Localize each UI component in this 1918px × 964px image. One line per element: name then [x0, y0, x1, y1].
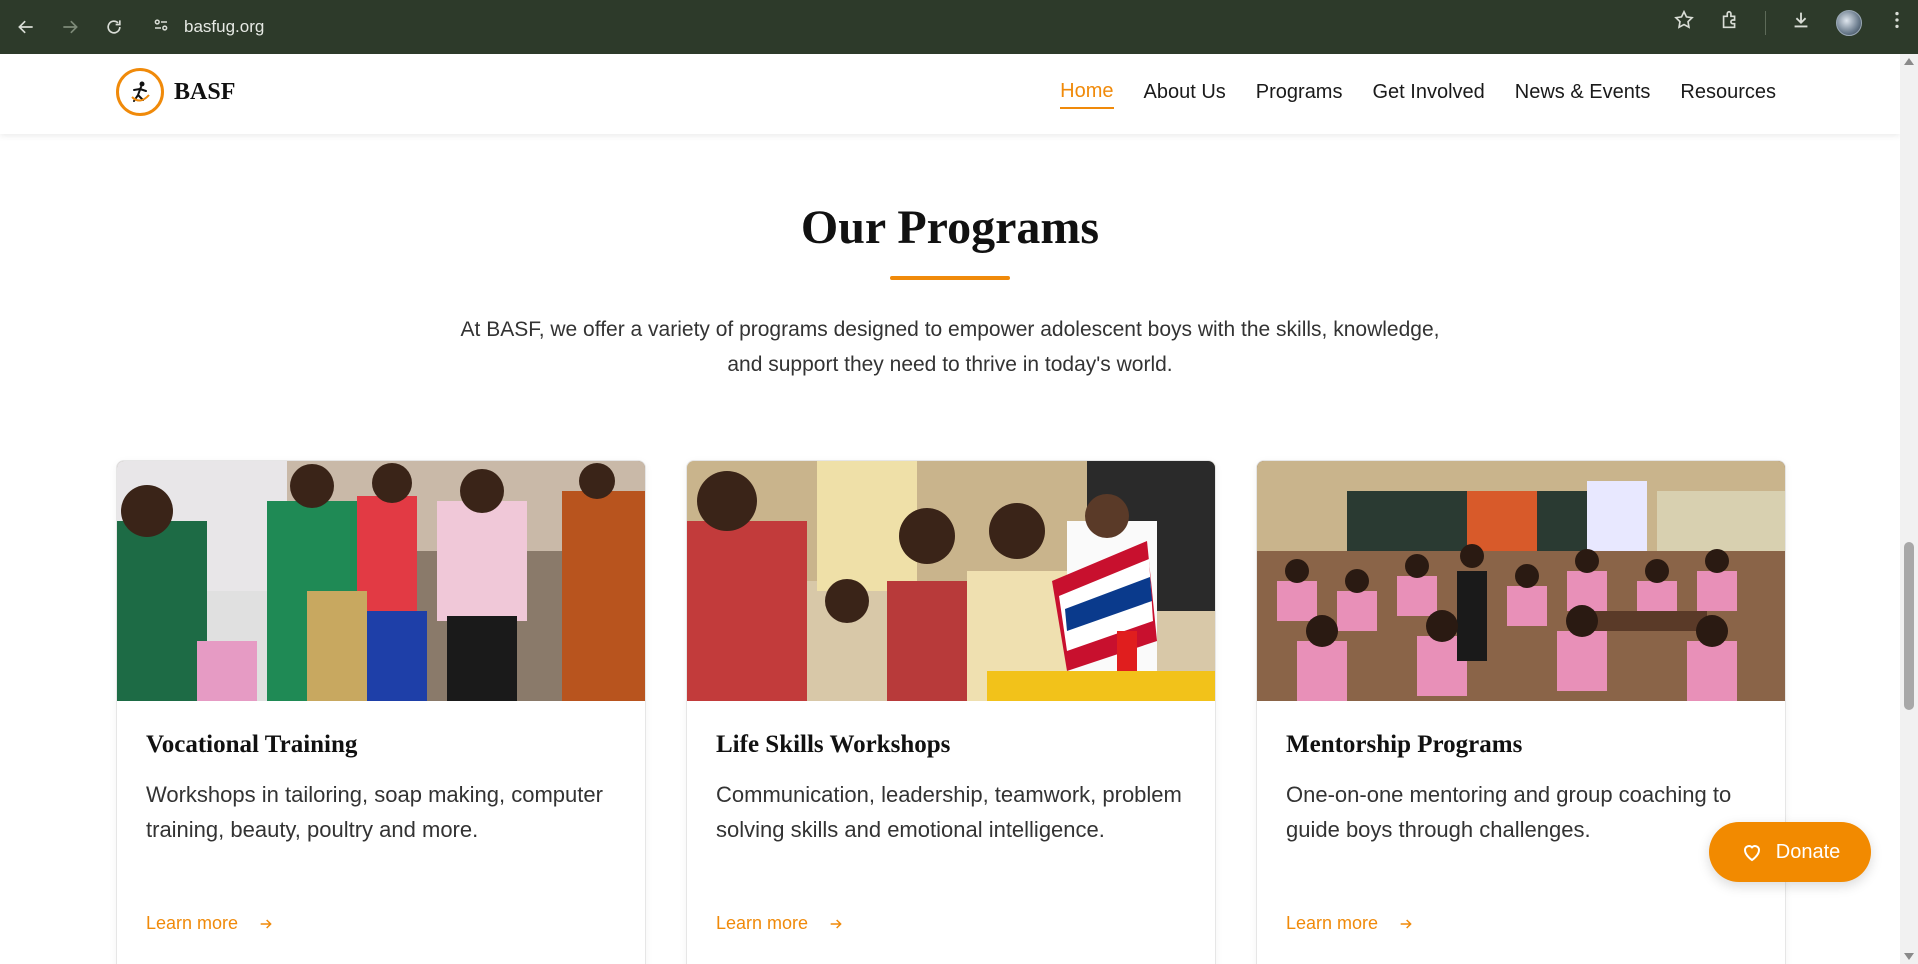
back-arrow-icon[interactable] [8, 9, 44, 45]
card-title: Vocational Training [146, 731, 358, 758]
arrow-right-icon [1400, 918, 1412, 929]
nav-about-us[interactable]: About Us [1144, 81, 1226, 108]
url-text[interactable]: basfug.org [184, 17, 264, 37]
nav-get-involved[interactable]: Get Involved [1372, 81, 1484, 108]
learn-more-label: Learn more [716, 913, 809, 933]
page-viewport: BASF Home About Us Programs Get Involved… [0, 54, 1900, 964]
title-underline [890, 276, 1010, 280]
learn-more-label: Learn more [146, 913, 239, 933]
nav-resources[interactable]: Resources [1680, 81, 1776, 108]
mentorship-photo [1257, 461, 1785, 701]
logo-emblem-icon [116, 68, 164, 116]
donate-label: Donate [1775, 840, 1841, 863]
forward-arrow-icon[interactable] [52, 9, 88, 45]
card-title: Mentorship Programs [1286, 731, 1523, 758]
toolbar-separator [1765, 10, 1766, 35]
address-bar[interactable]: basfug.org [152, 16, 264, 39]
nav-home[interactable]: Home [1060, 80, 1114, 109]
arrow-right-icon [260, 918, 272, 929]
profile-avatar[interactable] [1836, 9, 1862, 36]
download-icon[interactable] [1790, 9, 1812, 36]
scroll-up-arrow-icon[interactable] [1904, 58, 1914, 65]
site-logo[interactable]: BASF [116, 68, 235, 116]
program-card-vocational: Vocational Training Workshops in tailori… [116, 460, 646, 964]
reload-icon[interactable] [96, 9, 132, 45]
vocational-training-photo [117, 461, 645, 701]
section-title: Our Programs [800, 201, 1100, 254]
star-icon[interactable] [1673, 9, 1695, 36]
program-card-life-skills: Life Skills Workshops Communication, lea… [686, 460, 1216, 964]
learn-more-link[interactable]: Learn more [1286, 913, 1756, 934]
arrow-right-icon [830, 918, 842, 929]
learn-more-label: Learn more [1286, 913, 1379, 933]
life-skills-photo [687, 461, 1215, 701]
card-text: Communication, leadership, teamwork, pro… [716, 782, 1182, 842]
scrollbar-thumb[interactable] [1904, 542, 1914, 710]
menu-dots-icon[interactable] [1886, 9, 1908, 36]
card-title: Life Skills Workshops [716, 731, 951, 758]
card-text: Workshops in tailoring, soap making, com… [146, 782, 603, 842]
nav-news-events[interactable]: News & Events [1515, 81, 1651, 108]
learn-more-link[interactable]: Learn more [716, 913, 1186, 934]
nav-programs[interactable]: Programs [1256, 81, 1343, 108]
scroll-down-arrow-icon[interactable] [1904, 953, 1914, 960]
card-text: One-on-one mentoring and group coaching … [1286, 782, 1732, 842]
site-info-icon[interactable] [152, 16, 170, 39]
site-header: BASF Home About Us Programs Get Involved… [0, 54, 1900, 134]
extensions-icon[interactable] [1719, 9, 1741, 36]
main-nav: Home About Us Programs Get Involved News… [1060, 54, 1776, 134]
heart-icon [1743, 845, 1760, 862]
browser-toolbar: basfug.org [0, 0, 1918, 54]
learn-more-link[interactable]: Learn more [146, 913, 616, 934]
logo-text: BASF [174, 78, 236, 105]
page-scrollbar[interactable] [1900, 54, 1918, 964]
section-description: At BASF, we offer a variety of programs … [460, 318, 1440, 376]
donate-button[interactable]: Donate [1709, 822, 1871, 882]
program-card-mentorship: Mentorship Programs One-on-one mentoring… [1256, 460, 1786, 964]
